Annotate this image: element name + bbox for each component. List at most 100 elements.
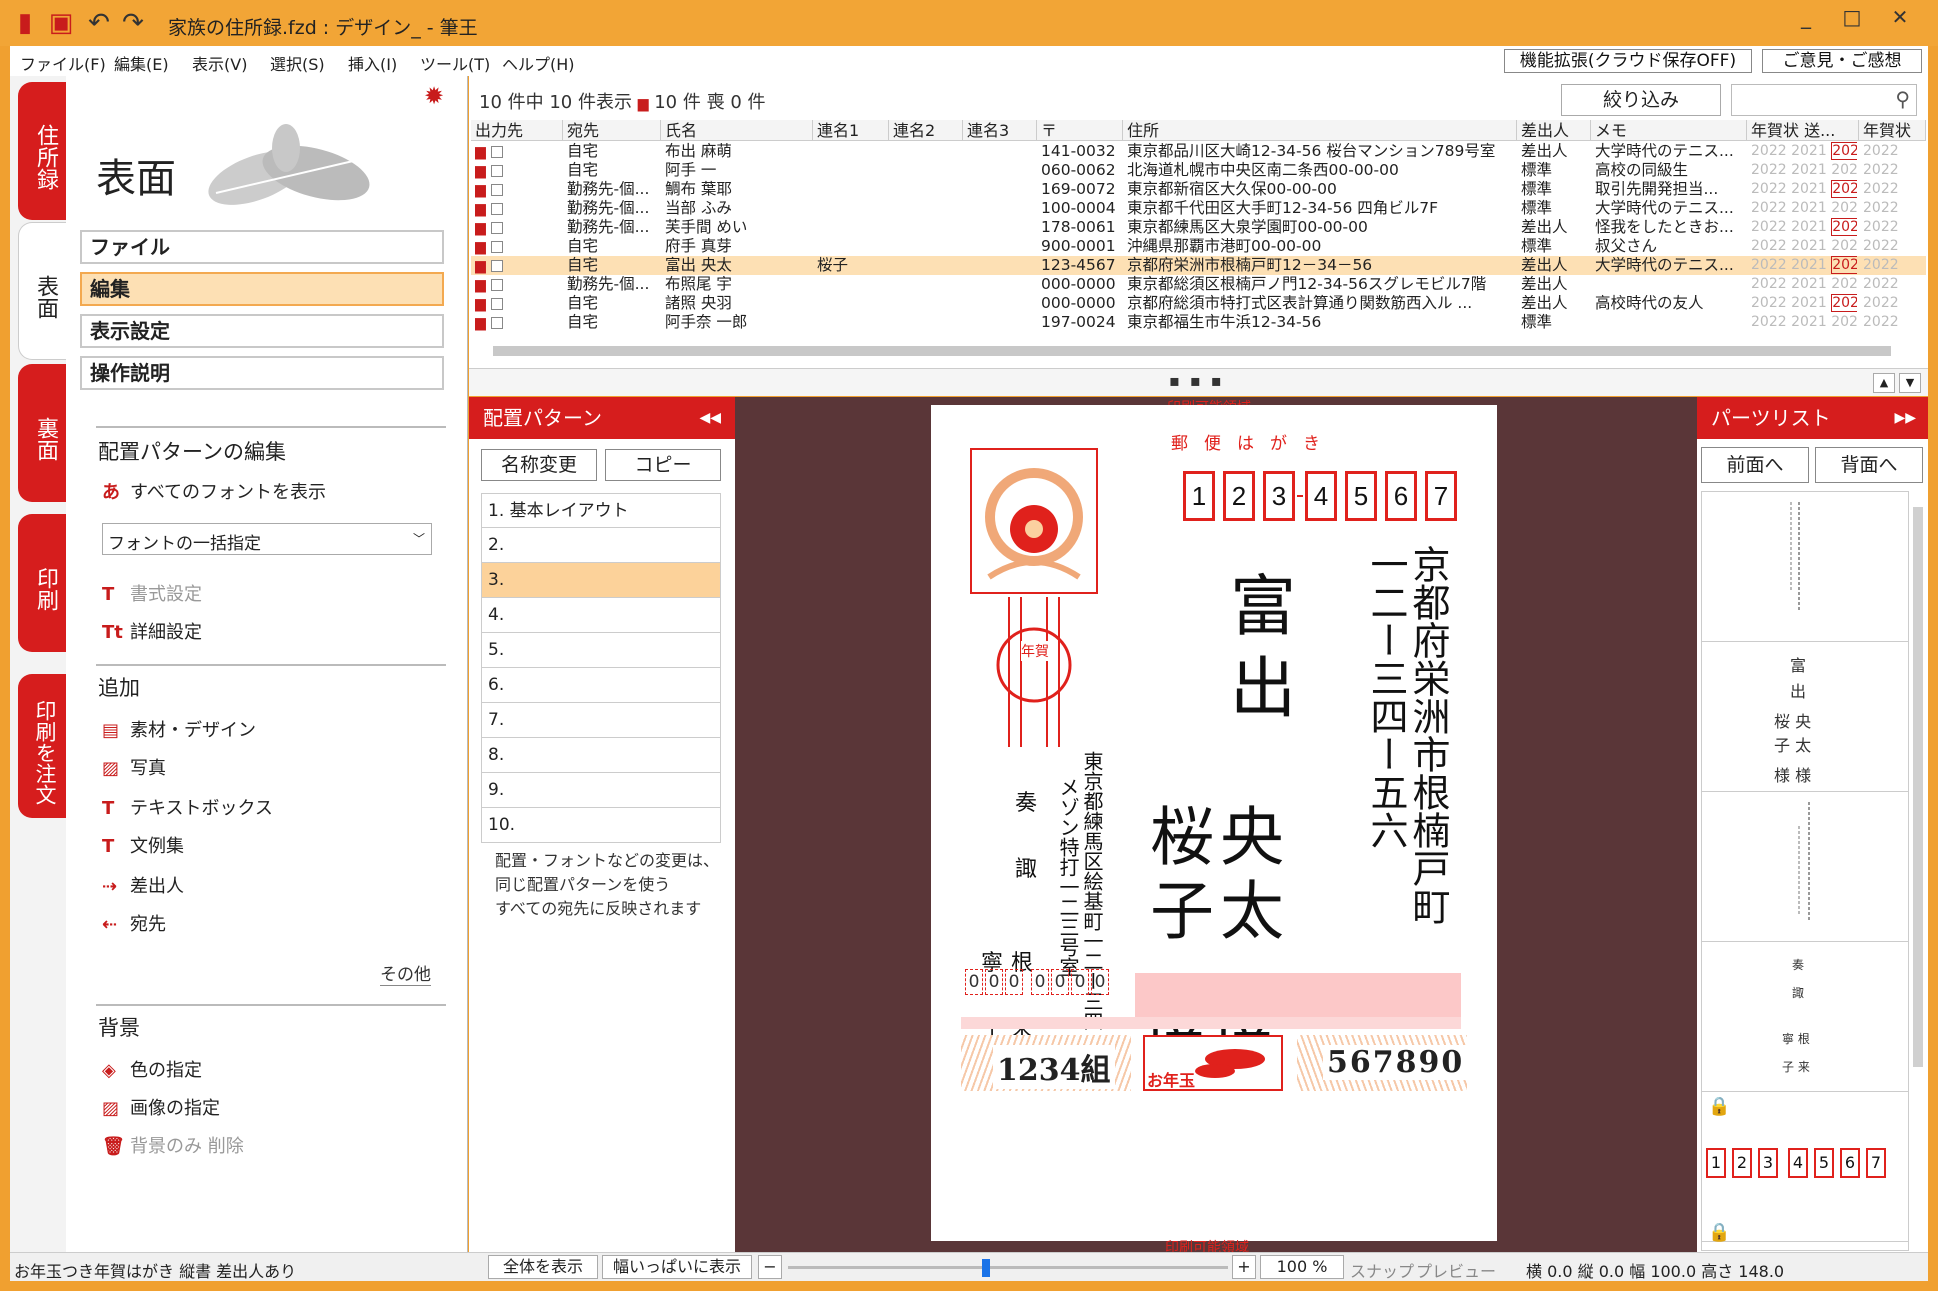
menu-view[interactable]: 表示(V) bbox=[192, 51, 247, 75]
recipient-family-name[interactable]: 富出 bbox=[1219, 571, 1296, 735]
add-phrase-link[interactable]: T 文例集 bbox=[102, 832, 184, 858]
mourning-checkbox[interactable] bbox=[490, 164, 503, 177]
detail-setting-link[interactable]: Tt 詳細設定 bbox=[102, 618, 202, 644]
cell-output[interactable]: ▆ bbox=[475, 218, 563, 237]
bring-front-button[interactable]: 前面へ bbox=[1701, 447, 1809, 483]
print-flag-icon[interactable]: ▆ bbox=[475, 182, 486, 198]
font-bulk-dropdown[interactable]: フォントの一括指定 ﹀ bbox=[102, 523, 432, 555]
zoom-level[interactable]: 100 % bbox=[1260, 1255, 1344, 1279]
edit-button[interactable]: 編集 bbox=[80, 272, 444, 306]
cell-nenga-sent[interactable]: 2022 2021 202 bbox=[1751, 256, 1857, 275]
mourning-checkbox[interactable] bbox=[490, 259, 503, 272]
cell-nenga-sent[interactable]: 2022 2021 202 bbox=[1751, 218, 1857, 237]
grip-icon[interactable]: ▪▪▪ bbox=[1169, 371, 1232, 390]
menu-select[interactable]: 選択(S) bbox=[270, 51, 325, 75]
print-flag-icon[interactable]: ▆ bbox=[475, 220, 486, 236]
sender-zip-digit[interactable]: 0 bbox=[1091, 969, 1109, 995]
cell-nenga[interactable]: 2022 bbox=[1863, 256, 1925, 275]
cell-output[interactable]: ▆ bbox=[475, 294, 563, 313]
show-all-button[interactable]: 全体を表示 bbox=[488, 1255, 598, 1279]
col-ren1[interactable]: 連名1 bbox=[813, 120, 889, 141]
print-flag-icon[interactable]: ▆ bbox=[475, 239, 486, 255]
zip-digit[interactable]: 1 bbox=[1183, 471, 1215, 521]
fit-width-button[interactable]: 幅いっぱいに表示 bbox=[602, 1255, 752, 1279]
pattern-item[interactable]: 4. bbox=[481, 598, 721, 633]
menu-tools[interactable]: ツール(T) bbox=[420, 51, 490, 75]
menu-help[interactable]: ヘルプ(H) bbox=[502, 51, 575, 75]
menu-file[interactable]: ファイル(F) bbox=[20, 51, 106, 75]
zoom-slider[interactable] bbox=[788, 1259, 1228, 1277]
minimize-button[interactable]: _ bbox=[1784, 2, 1828, 32]
redo-icon[interactable]: ↷ bbox=[118, 9, 148, 37]
menu-insert[interactable]: 挿入(I) bbox=[348, 51, 397, 75]
col-name[interactable]: 氏名 bbox=[661, 120, 813, 141]
cell-nenga-sent[interactable]: 2022 2021 202 bbox=[1751, 180, 1857, 199]
tab-print[interactable]: 印刷 bbox=[18, 514, 70, 652]
file-button[interactable]: ファイル bbox=[80, 230, 444, 264]
pattern-item[interactable]: 10. bbox=[481, 808, 721, 843]
splitter[interactable]: ▪▪▪ ▲ ▼ bbox=[469, 368, 1928, 396]
cell-nenga-sent[interactable]: 2022 2021 202 bbox=[1751, 313, 1857, 332]
pattern-item[interactable]: 6. bbox=[481, 668, 721, 703]
mourning-checkbox[interactable] bbox=[490, 297, 503, 310]
cell-nenga-sent[interactable]: 2022 2021 202 bbox=[1751, 142, 1857, 161]
cell-output[interactable]: ▆ bbox=[475, 142, 563, 161]
pattern-item[interactable]: 9. bbox=[481, 773, 721, 808]
print-flag-icon[interactable]: ▆ bbox=[475, 258, 486, 274]
add-photo-link[interactable]: ▨ 写真 bbox=[102, 754, 166, 780]
cell-output[interactable]: ▆ bbox=[475, 237, 563, 256]
mourning-checkbox[interactable] bbox=[490, 278, 503, 291]
cell-nenga-sent[interactable]: 2022 2021 202 bbox=[1751, 275, 1857, 294]
feedback-button[interactable]: ご意見・ご感想 bbox=[1762, 49, 1922, 73]
table-row[interactable]: ▆ 自宅 布出 麻萌 141-0032 東京都品川区大崎12-34-56 桜台マンショ… bbox=[471, 142, 1926, 161]
zip-digit[interactable]: 4 bbox=[1305, 471, 1337, 521]
send-back-button[interactable]: 背面へ bbox=[1815, 447, 1923, 483]
sender-zip-digit[interactable]: 0 bbox=[1051, 969, 1069, 995]
add-textbox-link[interactable]: T テキストボックス bbox=[102, 794, 273, 820]
recipient-address[interactable]: 京都府栄洲市根楠戸町一二ー三四ー五六 bbox=[1364, 545, 1450, 925]
cell-nenga[interactable]: 2022 bbox=[1863, 218, 1925, 237]
cell-nenga[interactable]: 2022 bbox=[1863, 313, 1925, 332]
part-names-thumb[interactable]: 富 出 桜 央 子 太 様 様 bbox=[1702, 642, 1908, 792]
collapse-up-icon[interactable]: ▲ bbox=[1873, 373, 1895, 393]
save-icon[interactable]: ▣ bbox=[46, 9, 76, 37]
collapse-right-icon[interactable]: ▶▶ bbox=[1894, 397, 1916, 439]
part-sender-names-thumb[interactable]: 奏 諏 寧 根 子 来 bbox=[1702, 942, 1908, 1092]
close-button[interactable]: ✕ bbox=[1878, 2, 1922, 32]
cell-nenga-sent[interactable]: 2022 2021 202 bbox=[1751, 237, 1857, 256]
pattern-item[interactable]: 1. 基本レイアウト bbox=[481, 493, 721, 528]
add-material-link[interactable]: ▤ 素材・デザイン bbox=[102, 716, 256, 742]
sender-name-1[interactable]: 奏 bbox=[1015, 785, 1037, 817]
table-row[interactable]: ▆ 自宅 阿手 一 060-0062 北海道札幌市中央区南二条西00-00-00 標準 高… bbox=[471, 161, 1926, 180]
zip-digit[interactable]: 3 bbox=[1263, 471, 1295, 521]
table-row[interactable]: ▆ 自宅 富出 央太 桜子 123-4567 京都府栄洲市根楠戸町12－34－56 差出人… bbox=[471, 256, 1926, 275]
mourning-checkbox[interactable] bbox=[490, 316, 503, 329]
col-ren2[interactable]: 連名2 bbox=[889, 120, 963, 141]
cell-output[interactable]: ▆ bbox=[475, 256, 563, 275]
zoom-slider-thumb[interactable] bbox=[982, 1259, 990, 1277]
tab-order-print[interactable]: 印刷を注文 bbox=[18, 674, 70, 818]
bg-color-link[interactable]: ◈ 色の指定 bbox=[102, 1056, 202, 1082]
mourning-checkbox[interactable] bbox=[490, 202, 503, 215]
expand-down-icon[interactable]: ▼ bbox=[1899, 373, 1921, 393]
pattern-item[interactable]: 3. bbox=[481, 563, 721, 598]
print-flag-icon[interactable]: ▆ bbox=[475, 277, 486, 293]
mourning-checkbox[interactable] bbox=[490, 221, 503, 234]
sender-zip-digit[interactable]: 0 bbox=[1031, 969, 1049, 995]
settings-gear-icon[interactable]: ✹ bbox=[424, 82, 444, 110]
cell-nenga[interactable]: 2022 bbox=[1863, 180, 1925, 199]
stamp-illustration-icon[interactable] bbox=[969, 447, 1099, 747]
col-nenga[interactable]: 年賀状 bbox=[1859, 120, 1926, 141]
filter-button[interactable]: 絞り込み bbox=[1561, 84, 1721, 116]
cell-output[interactable]: ▆ bbox=[475, 161, 563, 180]
copy-button[interactable]: コピー bbox=[605, 449, 721, 481]
rename-button[interactable]: 名称変更 bbox=[481, 449, 597, 481]
preview-toggle[interactable]: プレビュー bbox=[1416, 1258, 1496, 1282]
pattern-item[interactable]: 7. bbox=[481, 703, 721, 738]
col-sender[interactable]: 差出人 bbox=[1517, 120, 1591, 141]
cell-output[interactable]: ▆ bbox=[475, 313, 563, 332]
sender-zip-digit[interactable]: 0 bbox=[965, 969, 983, 995]
print-flag-icon[interactable]: ▆ bbox=[475, 163, 486, 179]
search-input[interactable]: ⚲ bbox=[1731, 84, 1917, 116]
parts-scrollbar[interactable] bbox=[1913, 507, 1923, 1067]
